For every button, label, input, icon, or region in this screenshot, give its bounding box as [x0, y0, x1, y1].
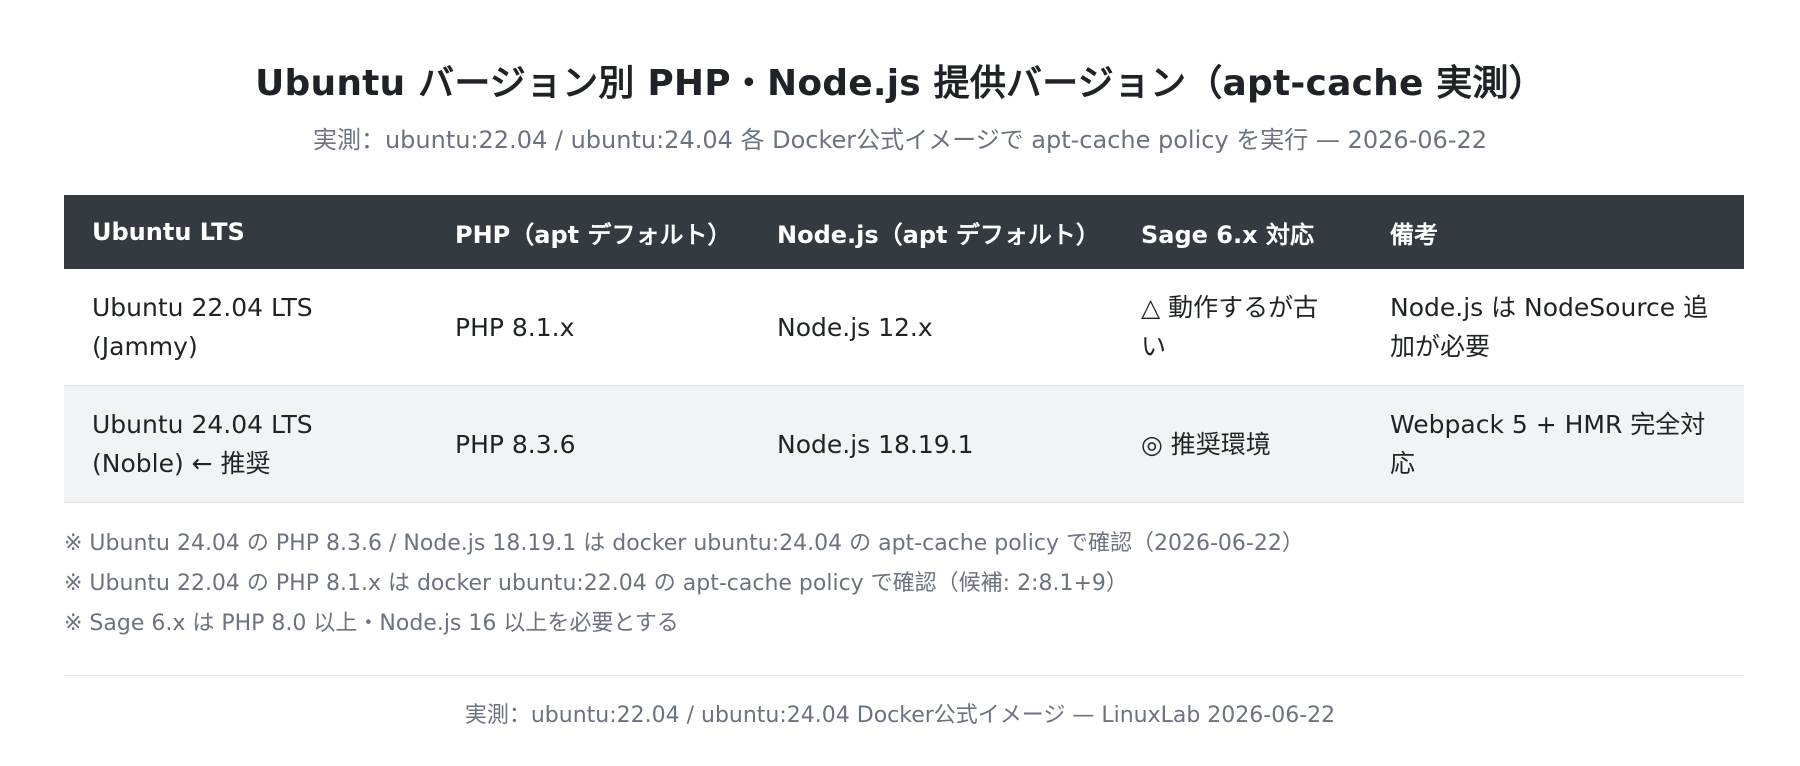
footer-source: 実測：ubuntu:22.04 / ubuntu:24.04 Docker公式イ… [464, 703, 1336, 728]
cell-remarks: Webpack 5 + HMR 完全対応 [1362, 385, 1744, 503]
note-item: ※ Ubuntu 24.04 の PHP 8.3.6 / Node.js 18.… [64, 531, 1304, 556]
table-row: Ubuntu 22.04 LTS (Jammy) PHP 8.1.x Node.… [64, 269, 1744, 386]
cell-nodejs-version: Node.js 18.19.1 [749, 385, 1113, 503]
header-sage: Sage 6.x 対応 [1113, 195, 1362, 269]
page: Ubuntu バージョン別 PHP・Node.js 提供バージョン（apt-ca… [0, 0, 1800, 766]
note-item: ※ Sage 6.x は PHP 8.0 以上・Node.js 16 以上を必要… [64, 611, 679, 636]
cell-sage-support: △ 動作するが古い [1113, 269, 1362, 386]
cell-php-version: PHP 8.3.6 [427, 385, 749, 503]
header-nodejs: Node.js（apt デフォルト） [749, 195, 1113, 269]
notes: ※ Ubuntu 24.04 の PHP 8.3.6 / Node.js 18.… [64, 524, 1744, 644]
cell-php-version: PHP 8.1.x [427, 269, 749, 386]
cell-ubuntu-version: Ubuntu 22.04 LTS (Jammy) [64, 269, 427, 386]
table-row: Ubuntu 24.04 LTS (Noble) ← 推奨 PHP 8.3.6 … [64, 385, 1744, 503]
cell-remarks: Node.js は NodeSource 追加が必要 [1362, 269, 1744, 386]
table-header: Ubuntu LTS PHP（apt デフォルト） Node.js（apt デフ… [64, 195, 1744, 269]
page-title: Ubuntu バージョン別 PHP・Node.js 提供バージョン（apt-ca… [255, 63, 1545, 104]
header-php: PHP（apt デフォルト） [427, 195, 749, 269]
page-subtitle: 実測：ubuntu:22.04 / ubuntu:24.04 各 Docker公… [312, 126, 1488, 154]
table-body: Ubuntu 22.04 LTS (Jammy) PHP 8.1.x Node.… [64, 269, 1744, 503]
cell-ubuntu-version: Ubuntu 24.04 LTS (Noble) ← 推奨 [64, 385, 427, 503]
cell-sage-support: ◎ 推奨環境 [1113, 385, 1362, 503]
header-ubuntu-lts: Ubuntu LTS [64, 195, 427, 269]
footer-divider [64, 675, 1744, 676]
note-item: ※ Ubuntu 22.04 の PHP 8.1.x は docker ubun… [64, 571, 1128, 596]
cell-nodejs-version: Node.js 12.x [749, 269, 1113, 386]
table-header-row: Ubuntu LTS PHP（apt デフォルト） Node.js（apt デフ… [64, 195, 1744, 269]
header-notes: 備考 [1362, 195, 1744, 269]
version-table: Ubuntu LTS PHP（apt デフォルト） Node.js（apt デフ… [64, 195, 1744, 503]
